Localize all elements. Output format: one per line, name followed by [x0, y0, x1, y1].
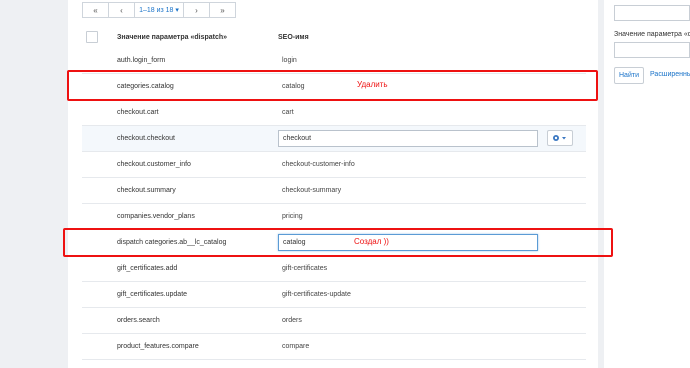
- chevron-down-icon: ▾: [175, 7, 179, 14]
- gear-icon: [553, 135, 566, 141]
- row-seo-name: checkout-summary: [282, 187, 342, 194]
- row-seo-name: checkout-customer-info: [282, 161, 355, 168]
- table-row[interactable]: checkout.customer_info checkout-customer…: [82, 152, 586, 178]
- delete-annotation-label: Удалить: [357, 80, 388, 89]
- row-param-name: checkout.cart: [117, 109, 159, 116]
- page-range-label: 1–18 из 18: [139, 6, 174, 14]
- first-page-icon: «: [93, 5, 98, 15]
- dispatch-param-label: Значение параметра «di: [614, 31, 690, 38]
- dispatch-param-input[interactable]: [614, 42, 690, 58]
- row-seo-name: compare: [282, 343, 310, 350]
- table-row[interactable]: companies.vendor_plans pricing: [82, 204, 586, 230]
- created-annotation-label: Создал )): [354, 237, 389, 246]
- row-param-name: checkout.customer_info: [117, 161, 191, 168]
- page-range-dropdown[interactable]: 1–18 из 18 ▾: [134, 2, 184, 18]
- last-page-icon: »: [220, 5, 225, 15]
- row-seo-name: gift-certificates-update: [282, 291, 351, 298]
- table-row[interactable]: gift_certificates.update gift-certificat…: [82, 282, 586, 308]
- column-header-seo: SEO-имя: [278, 34, 309, 41]
- find-button[interactable]: Найти: [614, 67, 644, 84]
- table-row[interactable]: checkout.summary checkout-summary: [82, 178, 586, 204]
- table-row[interactable]: checkout.cart cart: [82, 100, 586, 126]
- row-param-name: product_features.compare: [117, 343, 199, 350]
- next-page-icon: ›: [195, 5, 198, 15]
- seo-name-input[interactable]: checkout: [278, 130, 538, 147]
- row-param-name: gift_certificates.add: [117, 265, 178, 272]
- table-row[interactable]: orders.search orders: [82, 308, 586, 334]
- row-seo-name: pricing: [282, 213, 303, 220]
- table-row[interactable]: gift_certificates.add gift-certificates: [82, 256, 586, 282]
- row-seo-name: gift-certificates: [282, 265, 328, 272]
- row-param-name: companies.vendor_plans: [117, 213, 195, 220]
- row-param-name: checkout.summary: [117, 187, 176, 194]
- row-seo-name: cart: [282, 109, 294, 116]
- next-page-button[interactable]: ›: [183, 2, 210, 18]
- row-param-name: checkout.checkout: [117, 135, 175, 142]
- row-settings-button[interactable]: [547, 130, 573, 146]
- table-row[interactable]: product_features.compare compare: [82, 334, 586, 360]
- prev-page-icon: ‹: [120, 5, 123, 15]
- prev-page-button[interactable]: ‹: [108, 2, 135, 18]
- delete-annotation-box: [67, 70, 598, 101]
- last-page-button[interactable]: »: [209, 2, 236, 18]
- advanced-search-link[interactable]: Расширенный: [650, 71, 690, 78]
- column-header-param: Значение параметра «dispatch»: [117, 34, 228, 41]
- row-param-name: gift_certificates.update: [117, 291, 188, 298]
- select-all-checkbox[interactable]: [86, 31, 98, 43]
- pagination: « ‹ 1–18 из 18 ▾ › »: [82, 2, 236, 18]
- created-annotation-box: [63, 228, 613, 257]
- row-param-name: orders.search: [117, 317, 160, 324]
- table-row-active[interactable]: checkout.checkout checkout: [82, 126, 586, 152]
- search-input[interactable]: [614, 5, 690, 21]
- first-page-button[interactable]: «: [82, 2, 109, 18]
- row-seo-name: orders: [282, 317, 302, 324]
